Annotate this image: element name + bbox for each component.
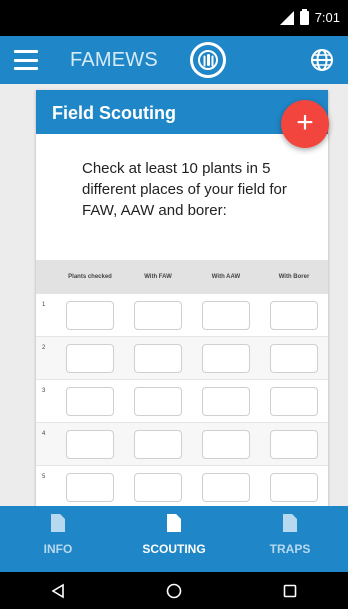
app-bar: FAMEWS <box>0 36 348 84</box>
nav-item-info[interactable]: INFO <box>0 506 116 572</box>
nav-item-traps[interactable]: TRAPS <box>232 506 348 572</box>
back-triangle-icon <box>51 583 64 598</box>
with-faw-input[interactable] <box>134 472 182 502</box>
clock: 7:01 <box>314 10 340 25</box>
with-borer-input[interactable] <box>270 300 318 330</box>
row-number: 2 <box>42 345 46 351</box>
status-icons: 7:01 <box>279 8 340 25</box>
home-button[interactable] <box>154 576 194 606</box>
app-title: FAMEWS <box>70 49 158 71</box>
with-faw-input[interactable] <box>134 343 182 373</box>
hamburger-menu-icon[interactable] <box>14 50 38 70</box>
with-aaw-input[interactable] <box>202 300 250 330</box>
scouting-table-body: 1 2 3 4 5 <box>36 294 328 509</box>
fao-logo-icon <box>190 42 226 78</box>
header-with-aaw: With AAW <box>211 274 241 280</box>
with-aaw-input[interactable] <box>202 343 250 373</box>
nav-label-info: INFO <box>43 542 73 556</box>
table-row: 5 <box>36 466 328 509</box>
with-faw-input[interactable] <box>134 300 182 330</box>
plants-checked-input[interactable] <box>66 343 114 373</box>
with-borer-input[interactable] <box>270 472 318 502</box>
recents-square-icon <box>283 584 297 597</box>
row-number: 4 <box>42 431 46 437</box>
plants-checked-input[interactable] <box>66 472 114 502</box>
nav-label-traps: TRAPS <box>269 542 311 556</box>
header-with-borer: With Borer <box>278 274 310 280</box>
row-number: 5 <box>42 474 46 480</box>
table-header: Plants checked With FAW With AAW With Bo… <box>36 260 328 294</box>
document-icon <box>283 514 297 532</box>
with-aaw-input[interactable] <box>202 472 250 502</box>
row-number: 1 <box>42 302 46 308</box>
status-bar: 7:01 <box>0 0 348 36</box>
signal-icon <box>279 10 294 25</box>
with-borer-input[interactable] <box>270 386 318 416</box>
table-row: 3 <box>36 380 328 423</box>
header-with-faw: With FAW <box>144 274 172 280</box>
plants-checked-input[interactable] <box>66 300 114 330</box>
back-button[interactable] <box>38 576 78 606</box>
bottom-navigation: INFO SCOUTING TRAPS <box>0 506 348 572</box>
header-plants-checked: Plants checked <box>68 274 112 280</box>
home-circle-icon <box>166 583 182 598</box>
nav-item-scouting[interactable]: SCOUTING <box>116 506 232 572</box>
with-borer-input[interactable] <box>270 429 318 459</box>
nav-label-scouting: SCOUTING <box>142 542 206 556</box>
with-aaw-input[interactable] <box>202 386 250 416</box>
with-faw-input[interactable] <box>134 386 182 416</box>
document-icon <box>167 514 181 532</box>
table-row: 2 <box>36 337 328 380</box>
app-screen: 7:01 FAMEWS Field Scouting Check at leas… <box>0 0 348 609</box>
globe-icon[interactable] <box>310 48 334 72</box>
table-row: 4 <box>36 423 328 466</box>
with-borer-input[interactable] <box>270 343 318 373</box>
with-aaw-input[interactable] <box>202 429 250 459</box>
instruction-text: Check at least 10 plants in 5 different … <box>82 160 287 219</box>
recents-button[interactable] <box>270 576 310 606</box>
battery-icon <box>299 8 309 25</box>
scouting-content[interactable]: Field Scouting Check at least 10 plants … <box>0 84 348 510</box>
plants-checked-input[interactable] <box>66 429 114 459</box>
table-row: 1 <box>36 294 328 337</box>
add-scouting-button[interactable]: + <box>281 100 329 148</box>
header-row-number <box>36 260 56 294</box>
document-icon <box>51 514 65 532</box>
system-navigation-bar <box>0 572 348 609</box>
row-number: 3 <box>42 388 46 394</box>
field-scouting-card: Field Scouting Check at least 10 plants … <box>36 90 328 510</box>
plants-checked-input[interactable] <box>66 386 114 416</box>
with-faw-input[interactable] <box>134 429 182 459</box>
